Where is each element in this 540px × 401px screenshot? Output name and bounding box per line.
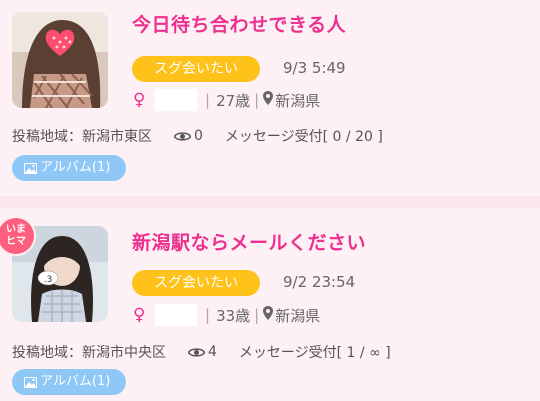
location-pin-icon — [263, 306, 274, 324]
divider: | — [254, 91, 260, 109]
status-badge: スグ会いたい — [132, 270, 260, 296]
post-area: 投稿地域：新潟市中央区 — [12, 345, 166, 361]
post-meta: 投稿地域：新潟市東区 0 メッセージ受付[ 0 / 20 ] — [12, 126, 383, 146]
divider: | — [205, 306, 211, 324]
nickname-box — [155, 304, 197, 326]
prefecture-text: 新潟県 — [275, 91, 321, 110]
profile-line: ♀ | 33歳 | 新潟県 — [133, 304, 320, 326]
post-area: 投稿地域：新潟市東区 — [12, 129, 152, 145]
view-count-value: 4 — [208, 344, 217, 360]
message-acceptance: メッセージ受付[ 1 / ∞ ] — [238, 345, 391, 361]
female-icon: ♀ — [133, 305, 146, 325]
album-label: アルバム(1) — [40, 160, 111, 175]
post-title[interactable]: 今日待ち合わせできる人 — [132, 10, 346, 37]
female-icon: ♀ — [133, 90, 146, 110]
image-icon — [24, 162, 37, 174]
eye-icon — [174, 131, 191, 141]
view-count-value: 0 — [194, 128, 203, 144]
image-icon — [24, 376, 37, 388]
post-title[interactable]: 新潟駅ならメールください — [132, 228, 366, 255]
view-count: 0 — [174, 128, 203, 144]
view-count: 4 — [188, 344, 217, 360]
post-meta: 投稿地域：新潟市中央区 4 メッセージ受付[ 1 / ∞ ] — [12, 342, 391, 362]
location-pin-icon — [263, 91, 274, 109]
status-badge: スグ会いたい — [132, 56, 260, 82]
post-card[interactable]: 今日待ち合わせできる人 スグ会いたい 9/3 5:49 ♀ | 27歳 | 新潟… — [0, 0, 540, 196]
post-photo[interactable] — [12, 12, 108, 108]
eye-icon — [188, 347, 205, 357]
nickname-box — [155, 89, 197, 111]
divider: | — [205, 91, 211, 109]
age-text: 27歳 — [216, 91, 251, 110]
album-button[interactable]: アルバム(1) — [12, 155, 127, 181]
divider: | — [254, 306, 260, 324]
age-text: 33歳 — [216, 306, 251, 325]
prefecture-text: 新潟県 — [275, 306, 321, 325]
album-button[interactable]: アルバム(1) — [12, 369, 127, 395]
message-acceptance: メッセージ受付[ 0 / 20 ] — [224, 129, 383, 145]
post-datetime: 9/2 23:54 — [283, 273, 356, 291]
svg-text:.3: .3 — [44, 275, 53, 285]
profile-line: ♀ | 27歳 | 新潟県 — [133, 89, 320, 111]
post-card[interactable]: .3 いま ヒマ 新潟駅ならメールください スグ会いたい 9/2 23:54 ♀ … — [0, 208, 540, 401]
post-datetime: 9/3 5:49 — [283, 59, 346, 77]
album-label: アルバム(1) — [40, 374, 111, 389]
